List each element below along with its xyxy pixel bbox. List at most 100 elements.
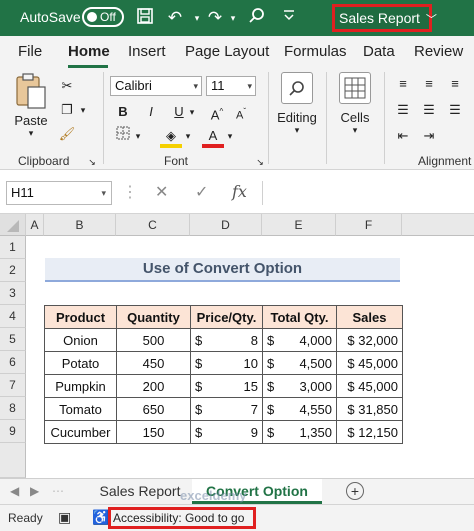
column-header-a[interactable]: A bbox=[26, 214, 44, 236]
add-sheet-button[interactable]: + bbox=[340, 479, 370, 504]
undo-icon[interactable]: ↶ bbox=[164, 7, 186, 29]
column-header-b[interactable]: B bbox=[44, 214, 116, 236]
cell-quantity[interactable]: 200 bbox=[116, 374, 191, 398]
sheet-title[interactable]: Use of Convert Option bbox=[45, 258, 400, 282]
bold-button[interactable]: B bbox=[112, 102, 134, 122]
row-header-5[interactable]: 5 bbox=[0, 328, 26, 351]
redo-dropdown-icon[interactable]: ▾ bbox=[222, 7, 244, 29]
cell-quantity[interactable]: 500 bbox=[116, 328, 191, 352]
cell-price[interactable]: $15 bbox=[190, 374, 263, 398]
column-header-f[interactable]: F bbox=[336, 214, 402, 236]
cell-price[interactable]: $7 bbox=[190, 397, 263, 421]
fill-color-dropdown-icon[interactable]: ▾ bbox=[182, 126, 194, 146]
scroll-left-icon[interactable]: ◀ bbox=[10, 484, 19, 498]
font-color-button[interactable]: A bbox=[202, 126, 224, 148]
cut-icon[interactable]: ✂ bbox=[56, 76, 78, 96]
increase-indent-icon[interactable]: ⇥ bbox=[418, 126, 440, 146]
header-quantity[interactable]: Quantity bbox=[116, 305, 191, 329]
borders-dropdown-icon[interactable]: ▾ bbox=[132, 126, 144, 146]
decrease-font-icon[interactable]: Aˇ bbox=[230, 102, 252, 122]
column-header-c[interactable]: C bbox=[116, 214, 190, 236]
align-right-icon[interactable]: ☰ bbox=[444, 100, 466, 120]
tab-data[interactable]: Data bbox=[363, 43, 395, 60]
align-left-icon[interactable]: ☰ bbox=[392, 100, 414, 120]
cell-sales[interactable]: $ 45,000 bbox=[336, 351, 403, 375]
tab-home[interactable]: Home bbox=[68, 43, 110, 60]
row-header-6[interactable]: 6 bbox=[0, 351, 26, 374]
italic-button[interactable]: I bbox=[140, 102, 162, 122]
middle-align-icon[interactable]: ≡ bbox=[418, 74, 440, 94]
cell-sales[interactable]: $ 31,850 bbox=[336, 397, 403, 421]
borders-icon[interactable] bbox=[112, 126, 134, 146]
accessibility-status[interactable]: Accessibility: Good to go bbox=[108, 507, 256, 529]
header-price[interactable]: Price/Qty. bbox=[190, 305, 263, 329]
cell-price[interactable]: $10 bbox=[190, 351, 263, 375]
column-header-d[interactable]: D bbox=[190, 214, 262, 236]
scroll-right-icon[interactable]: ▶ bbox=[30, 484, 39, 498]
clipboard-launcher-icon[interactable]: ↘ bbox=[86, 152, 98, 172]
select-all-corner[interactable] bbox=[0, 214, 26, 236]
search-icon[interactable] bbox=[246, 7, 268, 29]
underline-dropdown-icon[interactable]: ▾ bbox=[186, 102, 198, 122]
copy-dropdown-icon[interactable]: ▾ bbox=[72, 100, 94, 120]
row-header-4[interactable]: 4 bbox=[0, 305, 26, 328]
worksheet-grid[interactable]: A B C D E F 1 2 3 4 5 6 7 8 9 Use of Con… bbox=[0, 214, 474, 478]
top-align-icon[interactable]: ≡ bbox=[392, 74, 414, 94]
editing-button[interactable]: Editing ▾ bbox=[274, 72, 320, 136]
header-product[interactable]: Product bbox=[44, 305, 117, 329]
row-header-2[interactable]: 2 bbox=[0, 259, 26, 282]
cell-quantity[interactable]: 650 bbox=[116, 397, 191, 421]
row-header-1[interactable]: 1 bbox=[0, 236, 26, 259]
tab-insert[interactable]: Insert bbox=[128, 43, 166, 60]
bottom-align-icon[interactable]: ≡ bbox=[444, 74, 466, 94]
cell-quantity[interactable]: 150 bbox=[116, 420, 191, 444]
cell-total[interactable]: $1,350 bbox=[262, 420, 337, 444]
sheet-tab-sales-report[interactable]: Sales Report bbox=[90, 479, 190, 504]
increase-font-icon[interactable]: A^ bbox=[206, 102, 228, 122]
align-center-icon[interactable]: ☰ bbox=[418, 100, 440, 120]
macro-recorder-icon[interactable]: ▣ bbox=[58, 509, 71, 526]
enter-icon[interactable]: ✓ bbox=[195, 182, 208, 202]
cell-sales[interactable]: $ 45,000 bbox=[336, 374, 403, 398]
row-header-7[interactable]: 7 bbox=[0, 374, 26, 397]
cell-total[interactable]: $4,500 bbox=[262, 351, 337, 375]
font-launcher-icon[interactable]: ↘ bbox=[254, 152, 266, 172]
font-name-select[interactable]: Calibri ▾ bbox=[110, 76, 202, 96]
paste-button[interactable]: Paste ▾ bbox=[8, 72, 54, 142]
formula-input[interactable] bbox=[262, 181, 474, 205]
autosave-toggle[interactable]: Off bbox=[82, 7, 124, 27]
font-size-select[interactable]: 11 ▾ bbox=[206, 76, 256, 96]
cell-product[interactable]: Tomato bbox=[44, 397, 117, 421]
tab-review[interactable]: Review bbox=[414, 43, 463, 60]
cell-sales[interactable]: $ 12,150 bbox=[336, 420, 403, 444]
header-total-qty[interactable]: Total Qty. bbox=[262, 305, 337, 329]
tab-file[interactable]: File bbox=[18, 43, 42, 60]
cancel-icon[interactable]: ✕ bbox=[155, 182, 168, 202]
cell-total[interactable]: $4,000 bbox=[262, 328, 337, 352]
cell-sales[interactable]: $ 32,000 bbox=[336, 328, 403, 352]
name-box[interactable]: H11 ▾ bbox=[6, 181, 112, 205]
document-name-button[interactable]: Sales Report ﹀ bbox=[332, 4, 437, 32]
cell-product[interactable]: Pumpkin bbox=[44, 374, 117, 398]
accessibility-icon[interactable]: ♿ bbox=[92, 509, 109, 526]
row-header-8[interactable]: 8 bbox=[0, 397, 26, 420]
cell-price[interactable]: $8 bbox=[190, 328, 263, 352]
row-header-3[interactable]: 3 bbox=[0, 282, 26, 305]
decrease-indent-icon[interactable]: ⇤ bbox=[392, 126, 414, 146]
tab-formulas[interactable]: Formulas bbox=[284, 43, 347, 60]
row-header-9[interactable]: 9 bbox=[0, 420, 26, 443]
fill-color-icon[interactable]: ◈ bbox=[160, 126, 182, 148]
insert-function-icon[interactable]: fx bbox=[232, 182, 247, 201]
cell-product[interactable]: Cucumber bbox=[44, 420, 117, 444]
cell-product[interactable]: Onion bbox=[44, 328, 117, 352]
cell-total[interactable]: $4,550 bbox=[262, 397, 337, 421]
cell-total[interactable]: $3,000 bbox=[262, 374, 337, 398]
save-icon[interactable] bbox=[134, 7, 156, 29]
cells-button[interactable]: Cells ▾ bbox=[332, 72, 378, 136]
font-color-dropdown-icon[interactable]: ▾ bbox=[224, 126, 236, 146]
more-sheets-icon[interactable]: ⋯ bbox=[52, 484, 64, 498]
cell-product[interactable]: Potato bbox=[44, 351, 117, 375]
header-sales[interactable]: Sales bbox=[336, 305, 403, 329]
cell-quantity[interactable]: 450 bbox=[116, 351, 191, 375]
format-painter-icon[interactable]: 🖌 bbox=[56, 124, 78, 144]
